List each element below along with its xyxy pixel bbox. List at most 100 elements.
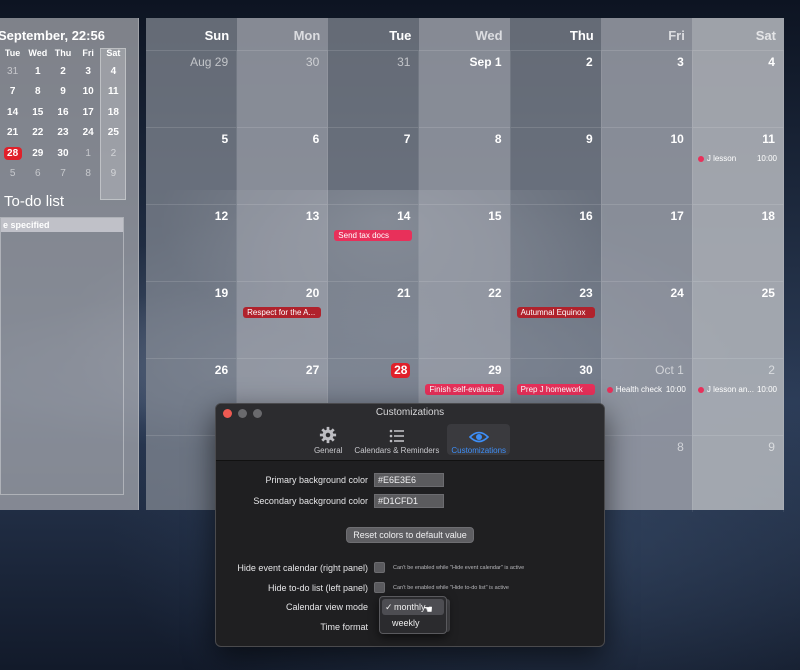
event-bar[interactable]: Finish self-evaluat...	[425, 384, 504, 395]
todo-list[interactable]: e specified	[0, 217, 124, 495]
calendar-day[interactable]: 31	[328, 50, 420, 127]
calendar-day[interactable]: 23 Autumnal Equinox	[510, 281, 602, 358]
mini-day[interactable]: 7	[50, 168, 75, 179]
calendar-day[interactable]: Oct 1 Health check 10:00	[601, 358, 693, 435]
calendar-day[interactable]: 25	[692, 281, 784, 358]
event-bar[interactable]: Send tax docs	[334, 230, 413, 241]
calendar-day[interactable]: 14 Send tax docs	[328, 204, 420, 281]
calendar-day[interactable]: 30	[237, 50, 329, 127]
calendar-day[interactable]: 6	[237, 127, 329, 204]
calendar-day[interactable]: 12	[146, 204, 238, 281]
checkmark-icon: ✓	[385, 602, 393, 612]
mini-day[interactable]: 7	[0, 86, 25, 97]
calendar-day[interactable]: 15	[419, 204, 511, 281]
mini-calendar: Tue Wed Thu Fri Sat 31 1 2 3 4 7 8 9 10 11 14 15 16 17 18 2…	[0, 48, 126, 200]
mini-day[interactable]: 30	[50, 148, 75, 159]
mini-weekday-label: Thu	[54, 48, 72, 58]
event-bar[interactable]: Respect for the A...	[243, 307, 322, 318]
calendar-day[interactable]: 21	[328, 281, 420, 358]
tab-general[interactable]: General	[310, 424, 346, 455]
calendar-day[interactable]: 22	[419, 281, 511, 358]
mini-day[interactable]: 2	[50, 66, 75, 77]
mini-day[interactable]: 10	[76, 86, 101, 97]
day-number: 3	[677, 55, 684, 69]
tab-calendars-reminders[interactable]: Calendars & Reminders	[350, 424, 443, 455]
mini-day[interactable]: 1	[25, 66, 50, 77]
mini-day[interactable]: 1	[76, 148, 101, 159]
mini-day[interactable]: 15	[25, 107, 50, 118]
tab-customizations[interactable]: Customizations	[447, 424, 511, 455]
calendar-day[interactable]: 9	[692, 435, 784, 512]
mini-day[interactable]: 8	[25, 86, 50, 97]
event-bar[interactable]: Prep J homework	[516, 384, 595, 395]
dropdown-option-weekly[interactable]: weekly	[380, 615, 446, 631]
calendar-day[interactable]: 3	[601, 50, 693, 127]
hide-event-checkbox[interactable]	[374, 562, 385, 573]
calendar-day[interactable]: 8	[419, 127, 511, 204]
calendar-day[interactable]: 8	[601, 435, 693, 512]
mini-day[interactable]: 17	[76, 107, 101, 118]
gear-icon	[320, 426, 337, 444]
event-item[interactable]: J lesson an... 10:00	[697, 385, 777, 394]
calendar-week-row: 12 13 14 Send tax docs 15 16 17 18	[146, 204, 784, 281]
mini-day[interactable]: 29	[25, 148, 50, 159]
calendar-day[interactable]: 17	[601, 204, 693, 281]
event-item[interactable]: Health check 10:00	[606, 385, 686, 394]
mini-day-today: 28	[3, 146, 22, 160]
calendar-day[interactable]: 2 J lesson an... 10:00	[692, 358, 784, 435]
calendar-day[interactable]: 7	[328, 127, 420, 204]
view-mode-dropdown[interactable]: ✓monthly weekly	[379, 596, 447, 634]
day-number: 20	[305, 286, 320, 300]
calendar-day[interactable]: 5	[146, 127, 238, 204]
mini-day-number: 8	[35, 86, 41, 98]
mini-day[interactable]: 8	[76, 168, 101, 179]
calendar-day[interactable]: 24	[601, 281, 693, 358]
mini-day[interactable]: 6	[25, 168, 50, 179]
calendar-day[interactable]: 10	[601, 127, 693, 204]
calendar-day[interactable]: Aug 29	[146, 50, 238, 127]
mini-day[interactable]: 3	[76, 66, 101, 77]
secondary-bg-field[interactable]: #D1CFD1	[374, 494, 444, 508]
calendar-day[interactable]: 4	[692, 50, 784, 127]
mini-day[interactable]: 22	[25, 127, 50, 138]
calendar-day[interactable]: Sep 1	[419, 50, 511, 127]
calendar-day[interactable]: 20 Respect for the A...	[237, 281, 329, 358]
mini-day[interactable]: 9	[50, 86, 75, 97]
day-number: 9	[768, 440, 775, 454]
mini-day[interactable]: 21	[0, 127, 25, 138]
day-number: Sep 1	[469, 55, 502, 69]
mini-day[interactable]: 14	[0, 107, 25, 118]
dropdown-option-monthly[interactable]: ✓monthly	[382, 599, 444, 615]
hide-event-label: Hide event calendar (right panel)	[237, 562, 368, 573]
weekday-header: Thu	[569, 28, 594, 43]
mini-day[interactable]: 24	[76, 127, 101, 138]
day-number: 2	[768, 363, 775, 377]
calendar-day[interactable]: 16	[510, 204, 602, 281]
calendar-day[interactable]: 18	[692, 204, 784, 281]
mini-day[interactable]: 23	[50, 127, 75, 138]
secondary-bg-label: Secondary background color	[253, 496, 368, 506]
calendar-day[interactable]: 2	[510, 50, 602, 127]
mini-day[interactable]: 31	[0, 66, 25, 77]
secondary-bg-row: Secondary background color #D1CFD1	[216, 494, 604, 508]
hide-todo-checkbox[interactable]	[374, 582, 385, 593]
day-number: 26	[214, 363, 229, 377]
calendar-day[interactable]: 13	[237, 204, 329, 281]
day-number: 9	[586, 132, 593, 146]
mini-day-number: 1	[85, 147, 91, 159]
event-bar[interactable]: Autumnal Equinox	[516, 307, 595, 318]
todo-item[interactable]: e specified	[1, 218, 123, 232]
mini-day-number: 15	[32, 106, 44, 118]
calendar-day[interactable]: 19	[146, 281, 238, 358]
mini-day-number: 21	[7, 127, 19, 139]
event-item[interactable]: J lesson 10:00	[697, 154, 777, 163]
calendar-day[interactable]: 11 J lesson 10:00	[692, 127, 784, 204]
reset-colors-button[interactable]: Reset colors to default value	[346, 527, 474, 543]
calendar-day[interactable]: 9	[510, 127, 602, 204]
mini-day[interactable]: 16	[50, 107, 75, 118]
mini-day[interactable]: 28	[0, 146, 25, 160]
mini-day-number: 5	[9, 168, 16, 180]
mini-calendar-saturday-column	[100, 48, 126, 200]
primary-bg-field[interactable]: #E6E3E6	[374, 473, 444, 487]
mini-day[interactable]: 5	[0, 168, 25, 179]
